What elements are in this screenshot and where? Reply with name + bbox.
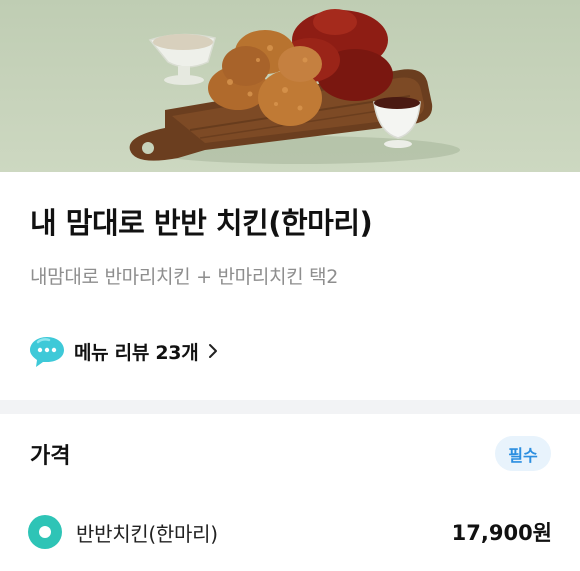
fried-chicken-illustration — [129, 9, 460, 164]
chevron-right-icon — [209, 344, 218, 358]
speech-bubble-icon — [30, 337, 64, 367]
menu-hero-image — [0, 0, 580, 172]
menu-description: 내맘대로 반마리치킨 + 반마리치킨 택2 — [30, 266, 339, 288]
radio-dot — [39, 526, 51, 538]
price-section-title: 가격 — [30, 444, 71, 469]
menu-review-link[interactable]: 메뉴 리뷰 23개 — [28, 334, 218, 368]
price-option-row[interactable]: 반반치킨(한마리) 17,900원 — [28, 510, 552, 554]
price-option-name: 반반치킨(한마리) — [76, 521, 218, 546]
price-option-price: 17,900원 — [451, 521, 552, 545]
section-divider — [0, 400, 580, 414]
menu-title: 내 맘대로 반반 치킨(한마리) — [30, 206, 373, 240]
menu-review-label: 메뉴 리뷰 23개 — [74, 341, 199, 364]
required-badge: 필수 — [495, 436, 551, 471]
radio-selected[interactable] — [28, 515, 62, 549]
